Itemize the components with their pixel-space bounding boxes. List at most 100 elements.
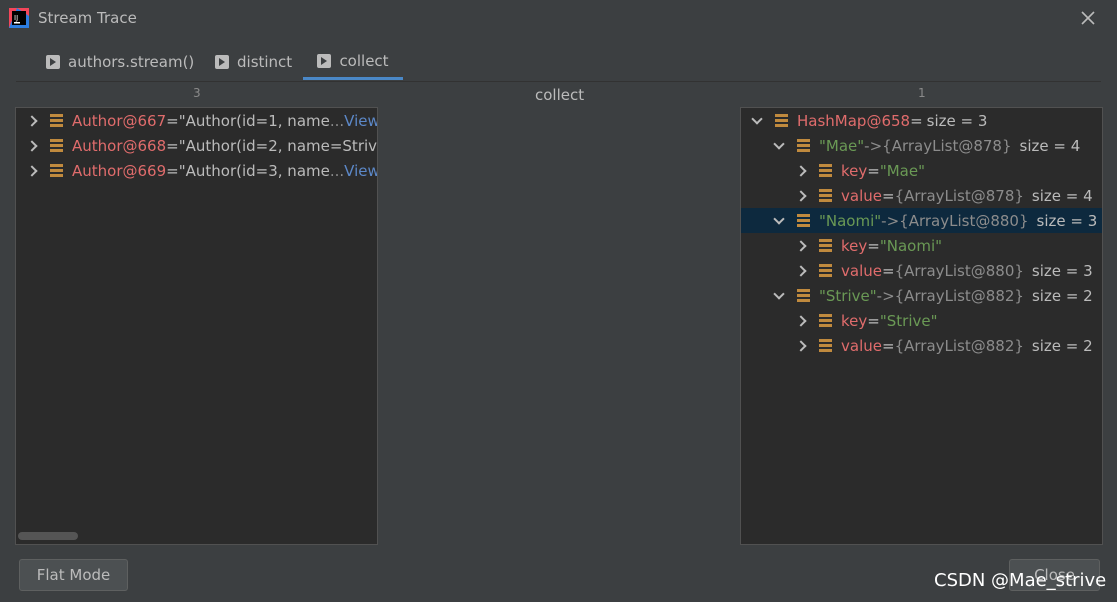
flat-mode-button[interactable]: Flat Mode [19, 559, 128, 591]
tree-row[interactable]: Author@668 = "Author(id=2, name=Strive [24, 133, 378, 158]
row-name: value [841, 186, 882, 205]
field-icon [819, 264, 832, 277]
chevron-down-icon[interactable] [771, 138, 787, 154]
row-name: value [841, 261, 882, 280]
tree-row-key[interactable]: key = "Strive" [793, 308, 938, 333]
chevron-right-icon[interactable] [24, 138, 40, 154]
chevron-right-icon[interactable] [24, 113, 40, 129]
tree-row-entry-selected[interactable]: "Naomi" -> {ArrayList@880} size = 3 [741, 208, 1102, 233]
window-title: Stream Trace [38, 9, 137, 27]
field-icon [775, 114, 788, 127]
tree-row-value[interactable]: value = {ArrayList@880} size = 3 [793, 258, 1093, 283]
view-link[interactable]: View [344, 162, 377, 180]
chevron-right-icon[interactable] [24, 163, 40, 179]
row-name: "Mae" [819, 136, 865, 155]
row-size: size = 3 [1036, 211, 1098, 230]
row-ellipsis: ... [329, 111, 345, 130]
field-icon [50, 114, 63, 127]
field-icon [797, 139, 810, 152]
row-ref: {ArrayList@882} [894, 336, 1024, 355]
row-size: size = 3 [1031, 261, 1093, 280]
row-eq: = [166, 161, 179, 180]
row-value: "Author(id=1, name [178, 111, 330, 130]
tree-row-entry[interactable]: "Strive" -> {ArrayList@882} size = 2 [771, 283, 1093, 308]
row-ref: {ArrayList@878} [882, 136, 1012, 155]
tab-label: distinct [237, 53, 293, 71]
watermark-text: CSDN @Mae_strive [934, 570, 1107, 591]
trace-tabs: authors.stream() distinct collect [16, 44, 1101, 82]
tree-row[interactable]: Author@669 = "Author(id=3, name ... View [24, 158, 377, 183]
chevron-right-icon[interactable] [793, 313, 809, 329]
row-size: size = 2 [1031, 336, 1093, 355]
intellij-app-icon: IJ [9, 8, 29, 28]
row-eq: = [867, 161, 880, 180]
svg-text:IJ: IJ [14, 14, 18, 22]
row-ref: {ArrayList@880} [894, 261, 1024, 280]
row-eq: = [867, 311, 880, 330]
row-size: size = 2 [1031, 286, 1093, 305]
tab-label: collect [339, 51, 389, 70]
tree-row-value[interactable]: value = {ArrayList@882} size = 2 [793, 333, 1093, 358]
row-ref: {ArrayList@878} [894, 186, 1024, 205]
right-count-label: 1 [918, 86, 926, 100]
row-value: "Strive" [879, 311, 938, 330]
row-name: Author@667 [72, 111, 167, 130]
chevron-down-icon[interactable] [771, 213, 787, 229]
tree-row-value[interactable]: value = {ArrayList@878} size = 4 [793, 183, 1093, 208]
field-icon [797, 214, 810, 227]
tree-row-key[interactable]: key = "Naomi" [793, 233, 942, 258]
chevron-down-icon[interactable] [749, 113, 765, 129]
tree-row-entry[interactable]: "Mae" -> {ArrayList@878} size = 4 [771, 133, 1080, 158]
center-title: collect [535, 86, 585, 104]
row-value: "Mae" [879, 161, 926, 180]
row-ref: {ArrayList@882} [894, 286, 1024, 305]
right-result-panel[interactable]: HashMap@658 = size = 3 "Mae" -> {ArrayLi… [740, 107, 1103, 545]
row-ref: {ArrayList@880} [899, 211, 1029, 230]
field-icon [819, 189, 832, 202]
tree-row[interactable]: Author@667 = "Author(id=1, name ... View [24, 108, 377, 133]
row-eq: = [867, 236, 880, 255]
row-size: size = 4 [1031, 186, 1093, 205]
row-eq: = [881, 336, 895, 355]
row-eq: = [910, 111, 923, 130]
tab-collect[interactable]: collect [303, 44, 403, 80]
tab-distinct[interactable]: distinct [215, 44, 292, 80]
chevron-down-icon[interactable] [771, 288, 787, 304]
field-icon [50, 139, 63, 152]
row-name: Author@669 [72, 161, 167, 180]
row-name: "Naomi" [819, 211, 882, 230]
tab-authors-stream[interactable]: authors.stream() [46, 44, 194, 80]
row-name: Author@668 [72, 136, 167, 155]
row-value: "Author(id=2, name=Strive [178, 136, 378, 155]
row-value: "Author(id=3, name [178, 161, 330, 180]
row-name: HashMap@658 [797, 111, 911, 130]
row-eq: = [166, 136, 179, 155]
left-count-label: 3 [193, 86, 201, 100]
row-name: "Strive" [819, 286, 877, 305]
row-eq: = [881, 261, 895, 280]
left-values-panel[interactable]: Author@667 = "Author(id=1, name ... View… [15, 107, 378, 545]
tree-row-key[interactable]: key = "Mae" [793, 158, 925, 183]
field-icon [819, 314, 832, 327]
view-link[interactable]: View [344, 112, 377, 130]
title-bar: IJ Stream Trace [0, 0, 1117, 38]
chevron-right-icon[interactable] [793, 188, 809, 204]
row-name: key [841, 161, 868, 180]
chevron-right-icon[interactable] [793, 163, 809, 179]
row-eq: = [881, 186, 895, 205]
field-icon [819, 164, 832, 177]
tree-row-root[interactable]: HashMap@658 = size = 3 [749, 108, 987, 133]
field-icon [819, 339, 832, 352]
console-icon [215, 55, 229, 69]
chevron-right-icon[interactable] [793, 338, 809, 354]
chevron-right-icon[interactable] [793, 263, 809, 279]
horizontal-scrollbar[interactable] [18, 532, 78, 540]
row-eq: = [166, 111, 179, 130]
close-window-icon[interactable] [1078, 8, 1098, 28]
field-icon [50, 164, 63, 177]
row-size: size = 3 [926, 111, 988, 130]
row-size: size = 4 [1019, 136, 1081, 155]
row-name: key [841, 311, 868, 330]
chevron-right-icon[interactable] [793, 238, 809, 254]
tab-label: authors.stream() [68, 53, 195, 71]
